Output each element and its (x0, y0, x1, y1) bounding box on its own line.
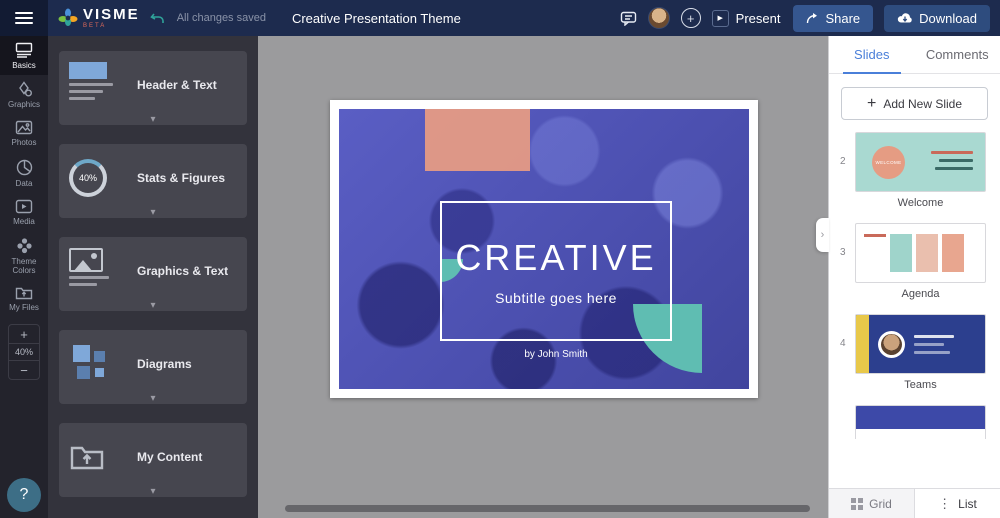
document-title[interactable]: Creative Presentation Theme (292, 11, 461, 26)
block-diagrams[interactable]: Diagrams ▾ (59, 330, 247, 404)
zoom-out-button[interactable]: − (9, 361, 39, 379)
title-frame[interactable]: CREATIVE Subtitle goes here (440, 201, 672, 341)
current-slide[interactable]: CREATIVE Subtitle goes here by John Smit… (330, 100, 758, 398)
list-view-button[interactable]: ⋮ List (914, 489, 1000, 518)
slide-item-teams: 4 Teams (855, 314, 986, 391)
slide-byline[interactable]: by John Smith (440, 349, 672, 360)
zoom-control: + 40% − (8, 324, 40, 380)
user-avatar[interactable] (648, 7, 670, 29)
media-icon (15, 199, 33, 214)
undo-icon[interactable] (150, 12, 165, 25)
sidebar-item-graphics[interactable]: Graphics (0, 75, 48, 114)
slide-thumbnail-teams[interactable] (855, 314, 986, 374)
comments-icon[interactable] (620, 11, 637, 26)
stats-figures-thumbnail: 40% (69, 155, 127, 201)
sidebar-item-basics[interactable]: Basics (0, 36, 48, 75)
slide-background[interactable]: CREATIVE Subtitle goes here by John Smit… (339, 109, 749, 389)
slide-caption: Welcome (855, 197, 986, 209)
zoom-in-button[interactable]: + (9, 325, 39, 343)
photos-icon (15, 120, 33, 135)
editor-canvas[interactable]: CREATIVE Subtitle goes here by John Smit… (258, 36, 828, 518)
slide-subtitle[interactable]: Subtitle goes here (495, 290, 617, 306)
chevron-down-icon[interactable]: ▾ (150, 393, 155, 404)
share-label: Share (825, 11, 860, 26)
view-toggle-bar: Grid ⋮ List (829, 488, 1000, 518)
my-files-icon (15, 286, 33, 300)
horizontal-scrollbar[interactable] (285, 505, 810, 512)
data-icon (16, 159, 33, 176)
slide-caption: Teams (855, 379, 986, 391)
sidebar-item-photos[interactable]: Photos (0, 114, 48, 152)
sidebar-item-data[interactable]: Data (0, 153, 48, 193)
present-button[interactable]: ▶ Present (712, 10, 781, 27)
add-collaborator-icon[interactable]: + (681, 8, 701, 28)
download-label: Download (919, 11, 977, 26)
graphics-icon (15, 81, 33, 97)
slide-thumbnail-list: 2 WELCOME Welcome 3 Agenda (829, 130, 1000, 488)
block-graphics-text[interactable]: Graphics & Text ▾ (59, 237, 247, 311)
share-icon (806, 12, 819, 24)
grid-icon (851, 498, 863, 510)
collapse-panel-button[interactable]: › (816, 218, 829, 252)
slide-number: 3 (840, 247, 846, 258)
slide-title[interactable]: CREATIVE (455, 237, 656, 279)
salmon-rectangle-shape[interactable] (425, 109, 530, 171)
my-content-thumbnail (69, 434, 127, 480)
tab-comments[interactable]: Comments (915, 36, 1000, 73)
block-my-content[interactable]: My Content ▾ (59, 423, 247, 497)
slide-thumbnail-agenda[interactable] (855, 223, 986, 283)
slide-item-agenda: 3 Agenda (855, 223, 986, 300)
chevron-down-icon[interactable]: ▾ (150, 300, 155, 311)
grid-view-button[interactable]: Grid (829, 489, 914, 518)
visme-logo-icon (58, 8, 78, 28)
tab-slides[interactable]: Slides (829, 36, 915, 73)
theme-colors-icon (16, 237, 33, 254)
welcome-circle: WELCOME (872, 146, 905, 179)
block-header-text[interactable]: Header & Text ▾ (59, 51, 247, 125)
block-stats-figures[interactable]: 40% Stats & Figures ▾ (59, 144, 247, 218)
slide-thumbnail-welcome[interactable]: WELCOME (855, 132, 986, 192)
diagrams-thumbnail (69, 341, 127, 387)
slides-panel: › Slides Comments + Add New Slide 2 WELC… (828, 36, 1000, 518)
download-cloud-icon (897, 12, 913, 24)
add-new-slide-button[interactable]: + Add New Slide (841, 87, 988, 120)
chevron-down-icon[interactable]: ▾ (150, 486, 155, 497)
slide-caption: Agenda (855, 288, 986, 300)
folder-icon (69, 443, 105, 471)
sidebar-item-theme-colors[interactable]: Theme Colors (0, 231, 48, 280)
play-icon: ▶ (712, 10, 729, 27)
logo-beta-label: BETA (83, 23, 140, 29)
add-new-slide-label: Add New Slide (883, 97, 962, 111)
teams-avatar (878, 331, 905, 358)
basics-icon (15, 42, 33, 58)
logo-wordmark: VISME (83, 7, 140, 22)
panel-tabs: Slides Comments (829, 36, 1000, 74)
left-icon-rail: Basics Graphics Photos Data Media (0, 36, 48, 518)
sidebar-item-media[interactable]: Media (0, 193, 48, 231)
share-button[interactable]: Share (793, 5, 873, 32)
help-button[interactable]: ? (7, 478, 41, 512)
list-icon: ⋮ (938, 497, 952, 510)
autosave-status: All changes saved (177, 12, 266, 24)
plus-icon: + (867, 96, 876, 112)
download-button[interactable]: Download (884, 5, 990, 32)
chevron-down-icon[interactable]: ▾ (150, 114, 155, 125)
zoom-level[interactable]: 40% (9, 343, 39, 361)
hamburger-menu-icon[interactable] (0, 0, 48, 36)
header-text-thumbnail (69, 62, 127, 108)
chevron-down-icon[interactable]: ▾ (150, 207, 155, 218)
visme-logo[interactable]: VISME BETA (58, 7, 140, 29)
content-blocks-panel: Header & Text ▾ 40% Stats & Figures ▾ Gr… (48, 36, 258, 518)
slide-number: 4 (840, 338, 846, 349)
sidebar-item-my-files[interactable]: My Files (0, 280, 48, 317)
slide-number: 2 (840, 156, 846, 167)
slide-thumbnail-partial[interactable] (855, 405, 986, 439)
slide-item-welcome: 2 WELCOME Welcome (855, 132, 986, 209)
graphics-text-thumbnail (69, 248, 127, 294)
top-bar: VISME BETA All changes saved Creative Pr… (0, 0, 1000, 36)
present-label: Present (736, 11, 781, 26)
